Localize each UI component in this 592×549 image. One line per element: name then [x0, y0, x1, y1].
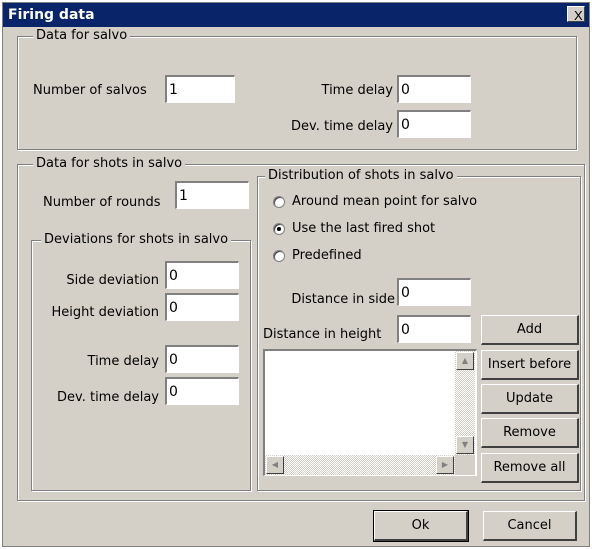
height-deviation-field[interactable] [165, 293, 239, 321]
add-button[interactable]: Add [481, 315, 579, 345]
remove-button[interactable]: Remove [481, 418, 579, 448]
shots-list[interactable]: ▲ ▼ ◀ ▶ [263, 349, 477, 476]
horizontal-scrollbar[interactable]: ◀ ▶ [265, 455, 455, 475]
number-of-salvos-field[interactable] [165, 75, 235, 103]
deviations-group-legend: Deviations for shots in salvo [41, 232, 232, 247]
vertical-scrollbar[interactable]: ▲ ▼ [455, 351, 475, 455]
shot-time-delay-label: Time delay [87, 354, 159, 369]
distance-in-side-label: Distance in side [291, 292, 395, 307]
cancel-button[interactable]: Cancel [483, 511, 577, 541]
side-deviation-field[interactable] [165, 261, 239, 289]
scroll-corner [455, 455, 475, 475]
radio-label: Around mean point for salvo [292, 194, 478, 209]
radio-indicator [273, 195, 285, 208]
insert-before-button[interactable]: Insert before [481, 350, 579, 380]
side-deviation-label: Side deviation [66, 273, 159, 288]
shots-group-legend: Data for shots in salvo [33, 156, 186, 171]
window-title: Firing data [8, 7, 95, 23]
shot-time-delay-field[interactable] [165, 345, 239, 373]
remove-all-button[interactable]: Remove all [481, 453, 579, 483]
salvo-time-delay-field[interactable] [397, 75, 471, 103]
title-bar: Firing data X [3, 3, 589, 27]
shot-dev-time-delay-field[interactable] [165, 377, 239, 405]
radio-predefined[interactable]: Predefined [273, 248, 362, 263]
shot-dev-time-delay-label: Dev. time delay [57, 390, 159, 405]
scroll-left-icon[interactable]: ◀ [266, 456, 284, 474]
distance-in-height-field[interactable] [397, 315, 471, 343]
radio-label: Predefined [292, 248, 362, 263]
radio-label: Use the last fired shot [292, 221, 436, 236]
radio-indicator [273, 249, 285, 262]
scroll-right-icon[interactable]: ▶ [436, 456, 454, 474]
radio-use-last-fired-shot[interactable]: Use the last fired shot [273, 221, 435, 236]
number-of-rounds-label: Number of rounds [43, 195, 161, 210]
salvo-group-legend: Data for salvo [33, 28, 131, 43]
height-deviation-label: Height deviation [51, 305, 159, 320]
radio-around-mean-point[interactable]: Around mean point for salvo [273, 194, 477, 209]
salvo-dev-time-delay-field[interactable] [397, 110, 471, 138]
distribution-group-legend: Distribution of shots in salvo [265, 168, 457, 183]
firing-data-dialog: Firing data X Data for salvo Number of s… [2, 2, 590, 547]
ok-button[interactable]: Ok [373, 510, 469, 542]
number-of-rounds-field[interactable] [175, 181, 249, 209]
radio-indicator-selected [273, 222, 285, 235]
distance-in-height-label: Distance in height [263, 327, 382, 342]
close-button[interactable]: X [567, 6, 585, 23]
update-button[interactable]: Update [481, 384, 579, 414]
distance-in-side-field[interactable] [397, 278, 471, 306]
salvo-dev-time-delay-label: Dev. time delay [291, 119, 393, 134]
scroll-down-icon[interactable]: ▼ [456, 436, 474, 454]
scroll-up-icon[interactable]: ▲ [456, 352, 474, 370]
salvo-time-delay-label: Time delay [321, 83, 393, 98]
number-of-salvos-label: Number of salvos [33, 83, 147, 98]
